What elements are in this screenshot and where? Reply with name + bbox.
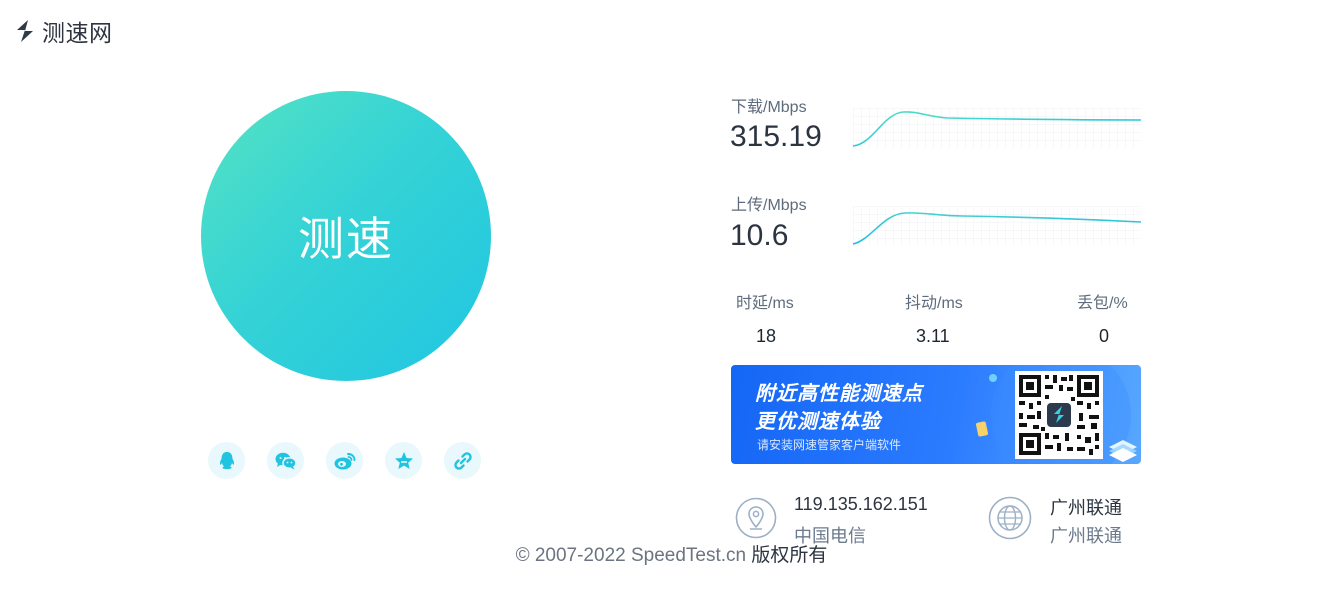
jitter-value: 3.11 bbox=[916, 326, 950, 346]
banner-headline: 附近高性能测速点 bbox=[755, 383, 923, 405]
client-ip: 119.135.162.151 bbox=[794, 494, 928, 514]
brand-name: 测速网 bbox=[42, 20, 113, 46]
latency-label: 时延/ms bbox=[736, 295, 794, 312]
download-speed-graph bbox=[853, 108, 1141, 148]
share-favorite-button[interactable] bbox=[385, 442, 422, 479]
favorite-star-icon bbox=[394, 451, 413, 469]
share-wechat-button[interactable] bbox=[267, 442, 304, 479]
copyright-text: © 2007-2022 SpeedTest.cn bbox=[515, 545, 747, 566]
download-label: 下载/Mbps bbox=[731, 99, 807, 116]
start-test-button[interactable]: 测速 bbox=[201, 91, 491, 381]
location-pin-icon bbox=[735, 497, 777, 539]
weibo-icon bbox=[334, 452, 356, 469]
footer: © 2007-2022 SpeedTest.cn 版权所有 bbox=[0, 540, 1343, 567]
globe-icon bbox=[988, 496, 1032, 540]
jitter-label: 抖动/ms bbox=[905, 295, 963, 312]
share-weibo-button[interactable] bbox=[326, 442, 363, 479]
link-icon bbox=[453, 451, 472, 470]
start-test-label: 测速 bbox=[298, 213, 394, 265]
server-location: 广州联通 bbox=[1050, 498, 1122, 518]
download-value: 315.19 bbox=[730, 120, 822, 153]
latency-value: 18 bbox=[756, 326, 777, 346]
brand-logo[interactable]: 测速网 bbox=[12, 14, 113, 48]
share-bar bbox=[208, 442, 481, 479]
qr-code-icon bbox=[1015, 371, 1103, 459]
upload-speed-graph bbox=[853, 206, 1141, 246]
banner-caption: 请安装网速管家客户端软件 bbox=[757, 438, 902, 452]
wechat-icon bbox=[275, 452, 297, 469]
share-link-button[interactable] bbox=[444, 442, 481, 479]
qq-icon bbox=[219, 451, 234, 469]
rights-text: 版权所有 bbox=[751, 545, 828, 566]
upload-label: 上传/Mbps bbox=[731, 197, 807, 214]
share-qq-button[interactable] bbox=[208, 442, 245, 479]
upload-value: 10.6 bbox=[730, 219, 789, 252]
packet-loss-value: 0 bbox=[1099, 326, 1110, 346]
client-download-banner[interactable]: 附近高性能测速点 更优测速体验 请安装网速管家客户端软件 bbox=[731, 365, 1141, 464]
speedtest-logo-icon bbox=[17, 20, 33, 42]
packet-loss-label: 丢包/% bbox=[1077, 295, 1128, 312]
banner-subheadline: 更优测速体验 bbox=[755, 411, 881, 433]
